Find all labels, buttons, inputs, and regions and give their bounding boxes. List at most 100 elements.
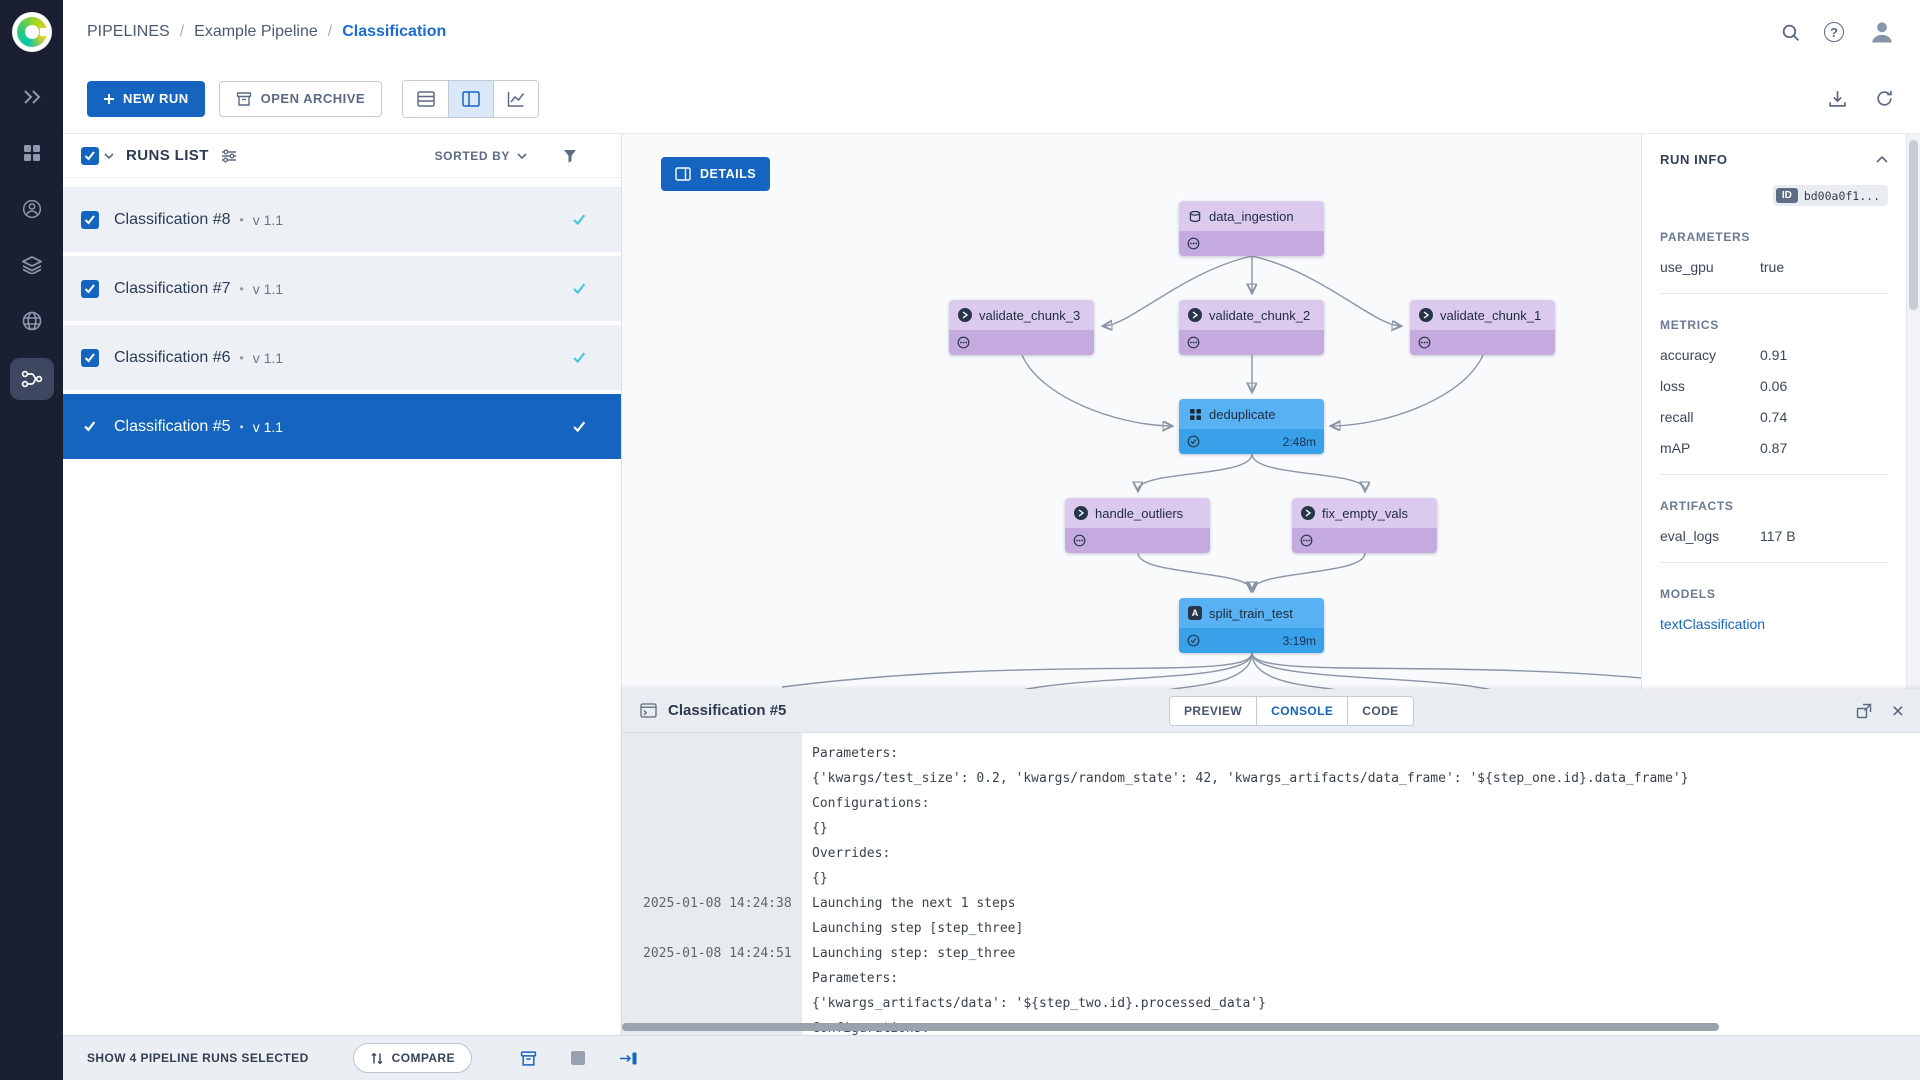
dag-node-data-ingestion[interactable]: data_ingestion	[1179, 201, 1324, 256]
log-line: 2025-01-08 14:24:51 Launching step: step_…	[643, 946, 1016, 961]
model-link[interactable]: textClassification	[1660, 616, 1888, 632]
run-checkbox[interactable]	[81, 210, 99, 229]
text-step-icon	[1188, 606, 1202, 620]
artifact-row: eval_logs 117 B	[1660, 528, 1796, 544]
details-button[interactable]: DETAILS	[661, 157, 771, 191]
selection-count-text: SHOW 4 PIPELINE RUNS SELECTED	[87, 1051, 309, 1065]
datasets-icon[interactable]	[10, 246, 54, 284]
tab-code[interactable]: CODE	[1347, 697, 1413, 725]
selection-footer: SHOW 4 PIPELINE RUNS SELECTED COMPARE	[63, 1035, 1920, 1080]
section-divider	[1660, 562, 1888, 563]
compare-button[interactable]: COMPARE	[352, 1043, 472, 1073]
console-panel: Classification #5 PREVIEW CONSOLE CODE ×…	[622, 689, 1920, 1035]
run-row[interactable]: Classification #7 v 1.1	[63, 256, 621, 321]
run-row-selected[interactable]: Classification #5 v 1.1	[63, 394, 621, 459]
run-action-icon[interactable]	[619, 1051, 638, 1066]
separator-dot	[240, 213, 244, 227]
app-window: PIPELINES Example Pipeline Classificatio…	[0, 0, 1920, 1080]
clearml-logo-icon[interactable]	[11, 12, 52, 52]
user-avatar-icon[interactable]	[1868, 18, 1896, 46]
tab-preview[interactable]: PREVIEW	[1170, 697, 1257, 725]
metric-row: recall 0.74	[1660, 409, 1788, 425]
metrics-section-title: METRICS	[1660, 318, 1719, 332]
detail-tabs: PREVIEW CONSOLE CODE	[1169, 696, 1414, 726]
collapse-panel-icon[interactable]	[1876, 156, 1888, 163]
dag-node-validate-chunk-3[interactable]: validate_chunk_3	[949, 300, 1094, 355]
status-completed-icon	[1187, 435, 1200, 448]
node-duration: 2:48m	[1282, 434, 1316, 449]
section-divider	[1660, 293, 1888, 294]
tab-console[interactable]: CONSOLE	[1256, 697, 1348, 725]
new-run-button[interactable]: NEW RUN	[87, 80, 205, 117]
vertical-scrollbar[interactable]	[1906, 134, 1920, 689]
status-pending-icon	[1187, 336, 1200, 349]
run-row[interactable]: Classification #8 v 1.1	[63, 187, 621, 252]
status-pending-icon	[957, 336, 970, 349]
download-icon[interactable]	[1828, 89, 1847, 108]
run-id-pill[interactable]: ID bd00a0f1...	[1772, 185, 1888, 206]
database-icon	[1188, 209, 1202, 223]
log-line: Parameters:	[812, 746, 899, 761]
run-row[interactable]: Classification #6 v 1.1	[63, 325, 621, 390]
auto-refresh-icon[interactable]	[1875, 89, 1894, 108]
status-pending-icon	[1300, 534, 1313, 547]
customize-columns-icon[interactable]	[221, 149, 237, 163]
breadcrumb-project[interactable]: Example Pipeline	[194, 23, 318, 41]
view-toggle-group	[402, 79, 540, 118]
select-all-checkbox[interactable]	[81, 146, 99, 165]
grid-icon	[1188, 407, 1202, 421]
step-icon	[1419, 308, 1433, 322]
search-icon[interactable]	[1781, 23, 1800, 42]
completed-check-icon	[572, 214, 587, 226]
separator-dot	[240, 282, 244, 296]
abort-icon[interactable]	[570, 1051, 585, 1065]
filter-icon[interactable]	[563, 149, 577, 163]
run-checkbox[interactable]	[81, 418, 99, 436]
console-header: Classification #5 PREVIEW CONSOLE CODE ×	[622, 689, 1920, 733]
breadcrumb-section[interactable]: PIPELINES	[87, 23, 170, 41]
run-info-title: RUN INFO	[1660, 152, 1728, 167]
dag-node-validate-chunk-2[interactable]: validate_chunk_2	[1179, 300, 1324, 355]
quickstart-icon[interactable]	[10, 78, 54, 116]
horizontal-scrollbar[interactable]	[622, 1023, 1719, 1031]
metric-row: accuracy 0.91	[1660, 347, 1788, 363]
archive-icon	[236, 91, 251, 106]
split-view-button[interactable]	[448, 80, 494, 117]
run-checkbox[interactable]	[81, 348, 99, 367]
projects-icon[interactable]	[10, 134, 54, 172]
status-pending-icon	[1418, 336, 1431, 349]
log-line: {}	[812, 821, 828, 836]
dag-node-handle-outliers[interactable]: handle_outliers	[1065, 498, 1210, 553]
pipelines-icon[interactable]	[9, 358, 54, 400]
log-line: 2025-01-08 14:24:38 Launching the next 1 …	[643, 896, 1016, 911]
hyperdatasets-icon[interactable]	[10, 302, 54, 340]
compare-icon	[371, 1052, 383, 1064]
chevron-down-icon	[517, 152, 527, 159]
details-panel-icon	[675, 167, 691, 181]
completed-check-icon	[572, 352, 587, 364]
table-view-button[interactable]	[403, 80, 449, 117]
section-divider	[1660, 474, 1888, 475]
help-icon[interactable]	[1824, 22, 1844, 42]
runs-list-header: RUNS LIST SORTED BY	[63, 134, 621, 178]
console-log[interactable]: Parameters: {'kwargs/test_size': 0.2, 'k…	[622, 733, 1920, 1035]
sorted-by-dropdown[interactable]: SORTED BY	[435, 149, 527, 163]
dag-node-deduplicate[interactable]: deduplicate 2:48m	[1179, 399, 1324, 454]
dag-node-fix-empty-vals[interactable]: fix_empty_vals	[1292, 498, 1437, 553]
run-detail-icon	[640, 703, 657, 718]
run-checkbox[interactable]	[81, 279, 99, 298]
scrollbar-thumb[interactable]	[1909, 140, 1918, 310]
status-pending-icon	[1187, 237, 1200, 250]
open-archive-button[interactable]: OPEN ARCHIVE	[218, 80, 383, 117]
dag-node-validate-chunk-1[interactable]: validate_chunk_1	[1410, 300, 1555, 355]
completed-check-icon	[572, 421, 587, 433]
id-badge: ID	[1775, 188, 1798, 203]
dag-node-split-train-test[interactable]: split_train_test 3:19m	[1179, 598, 1324, 653]
archive-action-icon[interactable]	[520, 1050, 537, 1067]
workers-icon[interactable]	[10, 190, 54, 228]
chart-view-button[interactable]	[493, 80, 539, 117]
close-icon[interactable]: ×	[1892, 701, 1904, 722]
parameter-row: use_gpu true	[1660, 259, 1785, 275]
selection-dropdown-icon[interactable]	[104, 152, 114, 159]
open-in-window-icon[interactable]	[1856, 703, 1872, 719]
